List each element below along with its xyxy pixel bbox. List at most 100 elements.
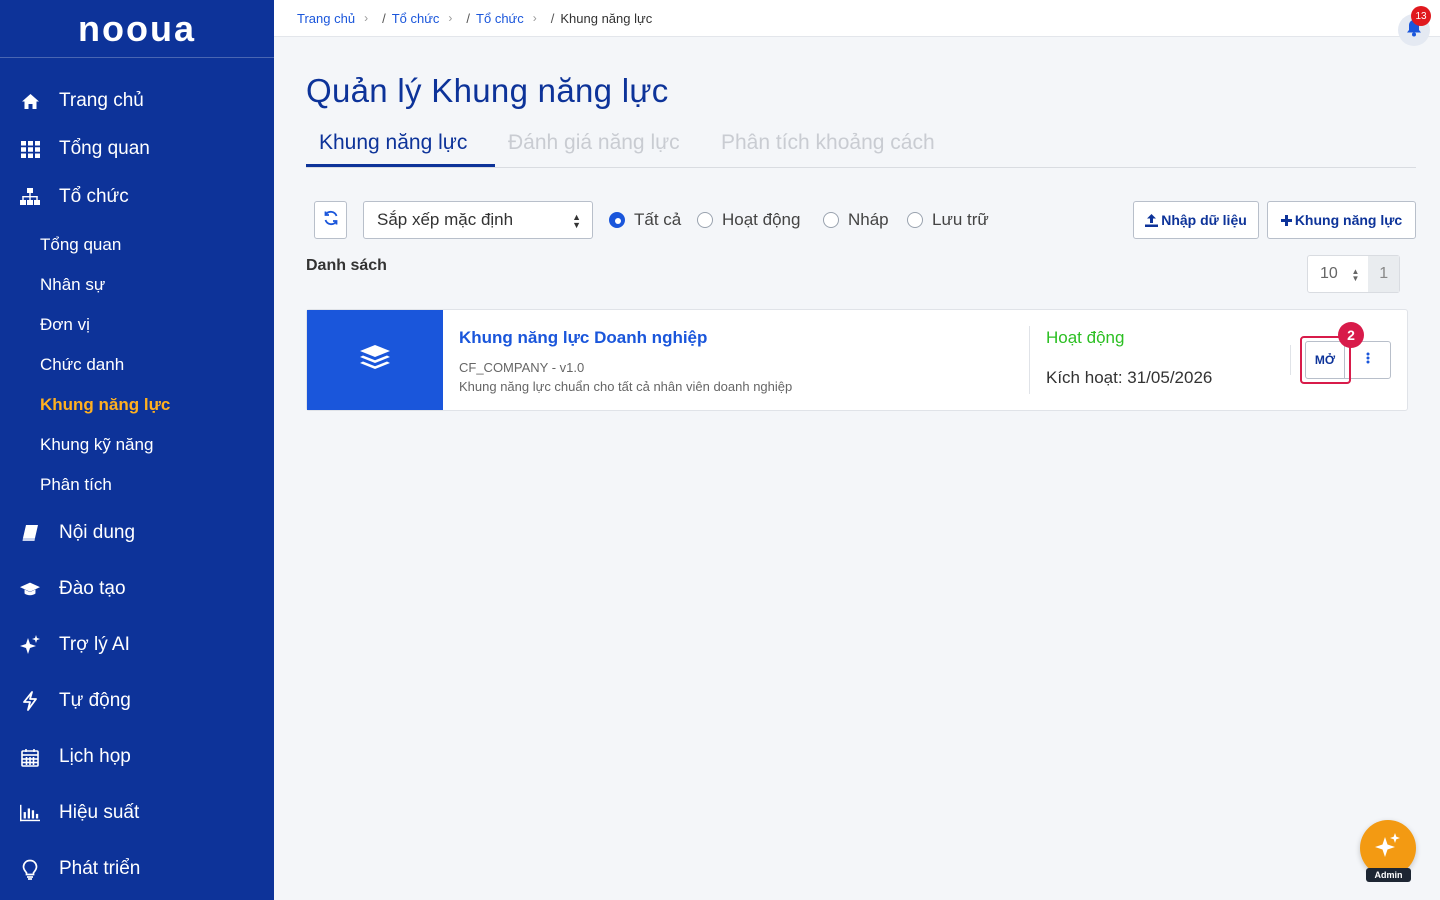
sidebar-item-performance[interactable]: Hiệu suất <box>0 791 274 835</box>
upload-icon <box>1145 213 1159 227</box>
sidebar-item-label: Hiệu suất <box>59 802 140 823</box>
filter-radio-all[interactable]: Tất cả <box>609 210 681 230</box>
sidebar-item-development[interactable]: Phát triển <box>0 847 274 891</box>
filter-label: Hoạt động <box>722 210 801 229</box>
breadcrumb-separator: / <box>550 10 555 26</box>
bolt-icon <box>20 691 40 711</box>
select-arrows-icon: ▲ ▼ <box>572 212 581 230</box>
sidebar-subitem-positions[interactable]: Chức danh <box>40 350 124 380</box>
app-logo[interactable]: nooua <box>0 0 274 58</box>
breadcrumb-home[interactable]: Trang chủ <box>297 11 355 26</box>
bar-chart-icon <box>20 803 40 823</box>
notification-count-badge: 13 <box>1411 6 1431 26</box>
sidebar-subitem-skill-frameworks[interactable]: Khung kỹ năng <box>40 430 153 460</box>
list-item: Khung năng lực Doanh nghiệp CF_COMPANY -… <box>306 309 1408 411</box>
plus-icon <box>1280 214 1292 226</box>
sparkle-icon <box>20 635 40 655</box>
filter-label: Nháp <box>848 210 889 229</box>
sidebar-item-label: Tổng quan <box>59 138 150 159</box>
step-number-badge: 2 <box>1338 322 1364 348</box>
breadcrumb-separator: / <box>382 10 386 26</box>
import-data-button[interactable]: Nhập dữ liệu <box>1133 201 1259 239</box>
filter-radio-draft[interactable]: Nháp <box>823 210 889 230</box>
select-arrows-icon: ▲ ▼ <box>1351 267 1360 283</box>
chevron-right-icon: › <box>532 11 537 25</box>
sidebar-item-automation[interactable]: Tự động <box>0 679 274 723</box>
layers-icon <box>359 344 391 376</box>
add-framework-label: Khung năng lực <box>1294 212 1403 228</box>
open-button[interactable]: MỞ <box>1305 341 1345 379</box>
sidebar: nooua Trang chủ Tổng quan Tổ chức Tổng q… <box>0 0 274 900</box>
filter-radio-active[interactable]: Hoạt động <box>697 210 800 230</box>
top-bar: Trang chủ › / Tổ chức › / Tổ chức › / Kh… <box>274 0 1440 46</box>
calendar-icon <box>20 747 40 767</box>
status-badge: Hoạt động <box>1046 328 1125 347</box>
add-framework-button[interactable]: Khung năng lực <box>1267 201 1416 239</box>
page-size-select[interactable]: 10 ▲ ▼ <box>1308 256 1368 292</box>
sidebar-subitem-units[interactable]: Đơn vị <box>40 310 90 340</box>
book-icon <box>20 523 40 543</box>
filter-label: Tất cả <box>634 210 682 229</box>
sidebar-item-content[interactable]: Nội dung <box>0 511 274 555</box>
framework-title[interactable]: Khung năng lực Doanh nghiệp <box>459 328 707 348</box>
sort-select[interactable]: Sắp xếp mặc định ▲ ▼ <box>363 201 593 239</box>
sidebar-item-overview[interactable]: Tổng quan <box>0 127 274 171</box>
refresh-icon <box>323 210 339 231</box>
sidebar-item-label: Đào tạo <box>59 578 126 599</box>
chevron-right-icon: › <box>364 11 369 25</box>
current-page: 1 <box>1368 256 1399 292</box>
page-title: Quản lý Khung năng lực <box>306 72 669 109</box>
lightbulb-icon <box>20 859 40 880</box>
list-heading: Danh sách <box>306 257 387 274</box>
divider <box>1029 326 1030 394</box>
sidebar-item-label: Phát triển <box>59 858 141 879</box>
breadcrumb: Trang chủ › / Tổ chức › / Tổ chức › / Kh… <box>297 0 652 36</box>
radio-indicator <box>697 212 713 228</box>
refresh-button[interactable] <box>314 201 347 239</box>
divider <box>1290 345 1291 375</box>
sidebar-item-organization[interactable]: Tổ chức <box>0 175 274 219</box>
sidebar-subitem-personnel[interactable]: Nhân sự <box>40 270 105 300</box>
active-tab-indicator <box>306 164 495 167</box>
breadcrumb-organization[interactable]: Tổ chức <box>392 11 440 26</box>
breadcrumb-separator: / <box>466 10 471 26</box>
sidebar-item-label: Trang chủ <box>59 90 144 111</box>
sidebar-subitem-analysis[interactable]: Phân tích <box>40 470 112 500</box>
home-icon <box>20 91 40 111</box>
filter-label: Lưu trữ <box>932 210 989 229</box>
sidebar-item-meetings[interactable]: Lịch họp <box>0 735 274 779</box>
tab-competency-assessment[interactable]: Đánh giá năng lực <box>508 131 680 155</box>
page-size-value: 10 <box>1320 265 1338 282</box>
sidebar-subitem-overview[interactable]: Tổng quan <box>40 230 121 260</box>
tab-gap-analysis[interactable]: Phân tích khoảng cách <box>721 131 935 155</box>
graduation-cap-icon <box>20 579 40 599</box>
logo-text: nooua <box>78 7 196 49</box>
more-vertical-icon <box>1366 351 1370 369</box>
sidebar-item-ai-assistant[interactable]: Trợ lý AI <box>0 623 274 667</box>
pagination: 10 ▲ ▼ 1 <box>1307 255 1400 293</box>
assistant-role-label: Admin <box>1366 868 1411 882</box>
sidebar-item-home[interactable]: Trang chủ <box>0 79 274 123</box>
import-data-label: Nhập dữ liệu <box>1161 212 1247 228</box>
breadcrumb-current: Khung năng lực <box>560 10 653 26</box>
sidebar-item-training[interactable]: Đào tạo <box>0 567 274 611</box>
framework-description: Khung năng lực chuẩn cho tất cả nhân viê… <box>459 379 793 394</box>
radio-indicator <box>609 212 625 228</box>
activation-date: Kích hoạt: 31/05/2026 <box>1046 368 1213 387</box>
tab-competency-frameworks[interactable]: Khung năng lực <box>319 131 467 155</box>
org-chart-icon <box>20 187 40 207</box>
sidebar-item-label: Nội dung <box>59 522 136 543</box>
framework-thumbnail <box>307 310 443 410</box>
sidebar-item-label: Tự động <box>59 690 131 711</box>
tab-bar: Khung năng lực Đánh giá năng lực Phân tí… <box>306 126 1416 168</box>
sort-select-value: Sắp xếp mặc định <box>377 210 514 229</box>
framework-code: CF_COMPANY - v1.0 <box>459 360 585 375</box>
chevron-right-icon: › <box>448 11 453 25</box>
breadcrumb-organization-2[interactable]: Tổ chức <box>476 11 524 26</box>
sidebar-item-label: Lịch họp <box>59 746 131 767</box>
filter-radio-archived[interactable]: Lưu trữ <box>907 210 989 230</box>
grid-icon <box>20 139 40 159</box>
radio-indicator <box>907 212 923 228</box>
sidebar-subitem-competency-frameworks[interactable]: Khung năng lực <box>40 390 170 420</box>
sidebar-item-label: Trợ lý AI <box>59 634 130 655</box>
